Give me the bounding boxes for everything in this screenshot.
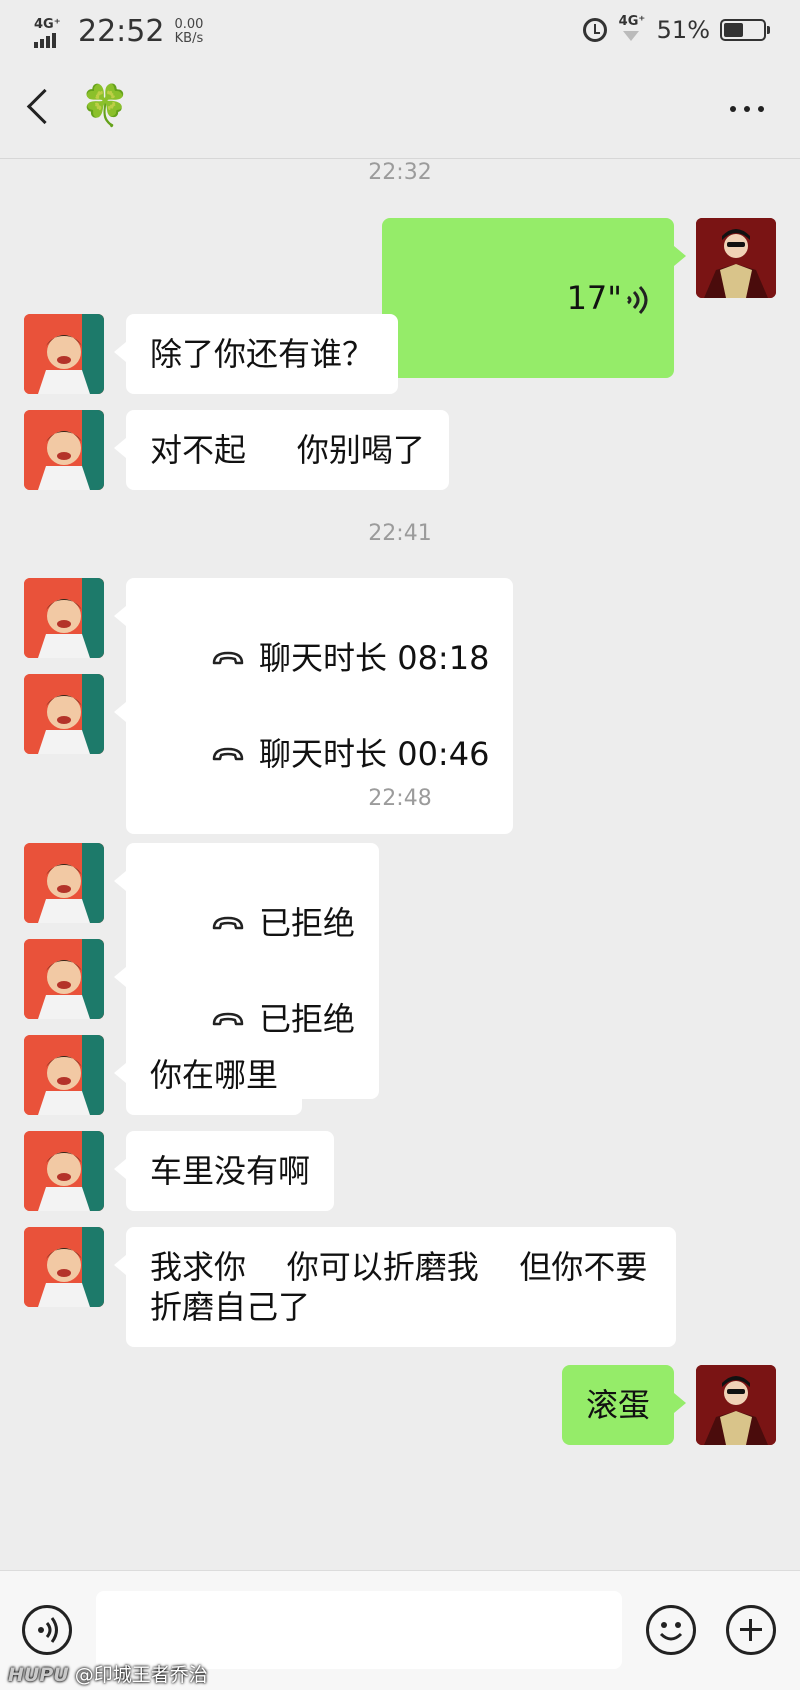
network-type-label-right: 4G⁺ [618,14,646,29]
timestamp: 22:32 [368,160,432,185]
chat-header: 🍀 [0,62,800,159]
network-type-label: 4G⁺ [34,16,61,32]
message-bubble[interactable]: 车里没有啊 [113,1131,335,1211]
battery-fill [724,23,743,37]
emoji-icon[interactable] [646,1605,696,1655]
watermark-handle: @印城王者乔治 [74,1664,208,1686]
phone-hangup-icon [212,1012,244,1026]
avatar[interactable] [24,578,104,658]
user-avatar-image [696,1365,776,1445]
battery-icon [720,19,770,41]
contact-avatar-image [24,674,104,754]
timestamp: 22:41 [368,521,432,546]
call-duration-text: 聊天时长 00:46 [259,735,490,773]
back-icon[interactable] [26,88,63,125]
voice-message-bubble[interactable]: 17" [382,218,686,378]
user-avatar-image [696,218,776,298]
status-bar: 4G⁺ 22:52 0.00 KB/s 4G⁺ 51% [0,0,800,62]
contact-avatar-image [24,1227,104,1307]
watermark: HUPU @印城王者乔治 [8,1660,208,1687]
contact-avatar-image [24,843,104,923]
avatar[interactable] [24,939,104,1019]
status-bar-left: 4G⁺ 22:52 0.00 KB/s [34,14,203,49]
phone-hangup-icon [212,651,244,665]
message-input[interactable] [96,1591,622,1669]
avatar[interactable] [24,674,104,754]
signal-indicator: 4G⁺ [34,16,68,48]
voice-wave-icon [627,285,648,315]
watermark-brand: HUPU [8,1664,69,1686]
phone-hangup-icon [212,916,244,930]
net-speed-value: 0.00 [174,16,204,32]
message-bubble[interactable]: 除了你还有谁？ [113,314,399,394]
chat-title: 🍀 [80,83,130,129]
voice-duration: 17" [566,279,622,317]
phone-hangup-icon [212,747,244,761]
contact-avatar-image [24,314,104,394]
battery-percent: 51% [656,16,710,44]
more-icon[interactable] [730,106,764,112]
avatar[interactable] [24,1227,104,1307]
status-time: 22:52 [78,14,165,49]
contact-avatar-image [24,1035,104,1115]
contact-avatar-image [24,578,104,658]
timestamp: 22:48 [368,786,432,811]
avatar[interactable] [24,410,104,490]
message-bubble[interactable]: 对不起 你别喝了 [114,410,449,490]
message-bubble[interactable]: 我求你 你可以折磨我 但你不要 折磨自己了 [114,1227,676,1347]
avatar[interactable] [24,1035,104,1115]
avatar[interactable] [696,1365,776,1445]
call-duration-text: 聊天时长 08:18 [259,639,490,677]
net-speed: 0.00 KB/s [174,16,204,46]
avatar[interactable] [696,218,776,298]
signal-bars-icon [34,32,56,48]
contact-avatar-image [24,939,104,1019]
status-bar-right: 4G⁺ 51% [582,14,770,46]
message-list[interactable]: 22:32 17" 除了你还有谁？ 对不起 你别喝了 22:41 聊天时长 08… [0,158,800,1570]
avatar[interactable] [24,314,104,394]
alarm-icon [582,18,607,42]
call-status-text: 已拒绝 [259,1000,356,1038]
avatar[interactable] [24,1131,104,1211]
avatar[interactable] [24,843,104,923]
plus-icon[interactable] [726,1605,776,1655]
voice-input-icon[interactable] [22,1605,72,1655]
mobile-data-icon: 4G⁺ [617,14,647,46]
message-bubble[interactable]: 你在哪里 [113,1035,303,1115]
contact-avatar-image [24,1131,104,1211]
net-speed-unit: KB/s [174,30,204,46]
call-status-text: 已拒绝 [259,904,356,942]
contact-avatar-image [24,410,104,490]
message-bubble[interactable]: 滚蛋 [561,1365,687,1445]
